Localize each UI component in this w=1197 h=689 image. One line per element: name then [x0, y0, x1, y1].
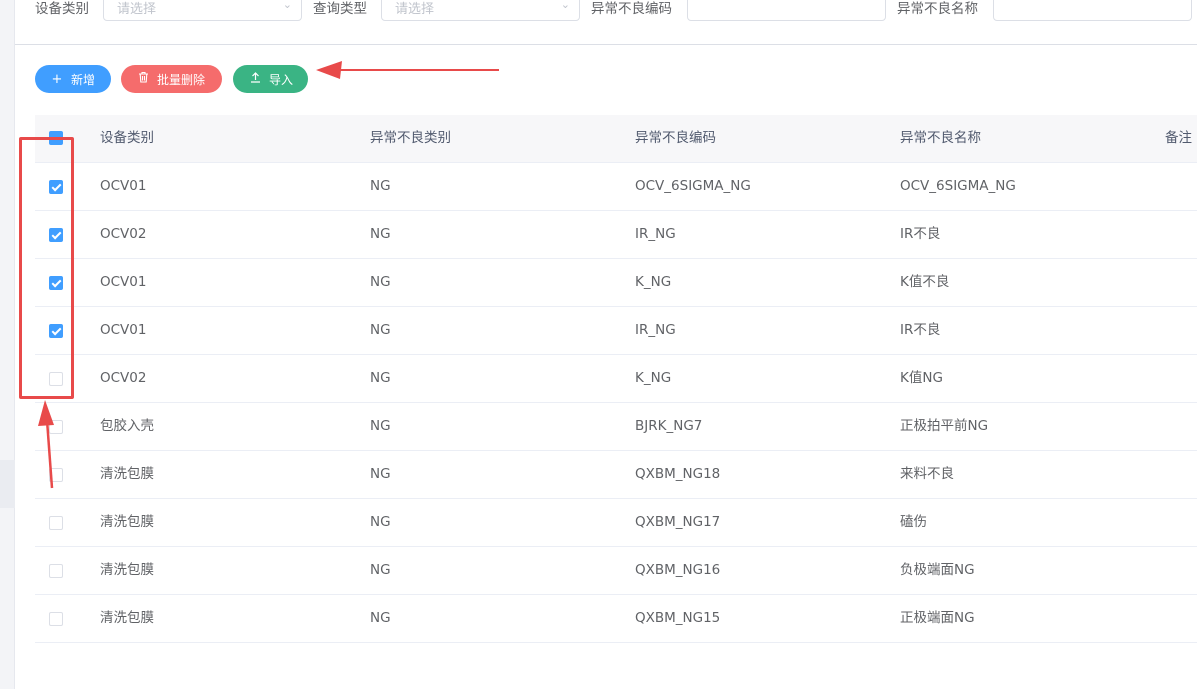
import-button-label: 导入 — [269, 72, 294, 87]
cell-anomaly-category: NG — [370, 274, 391, 290]
table-row[interactable]: OCV01 NG K_NG K值不良 — [35, 259, 1197, 307]
cell-anomaly-code: QXBM_NG18 — [635, 466, 721, 482]
header-remark[interactable]: 备注 — [1165, 115, 1192, 162]
add-button-label: 新增 — [71, 72, 96, 87]
batch-delete-button-label: 批量删除 — [157, 72, 206, 87]
cell-anomaly-name: 正极拍平前NG — [900, 418, 989, 434]
side-nav-edge — [0, 0, 15, 689]
row-checkbox[interactable] — [49, 564, 63, 578]
header-anomaly-category[interactable]: 异常不良类别 — [370, 115, 451, 162]
row-checkbox[interactable] — [49, 228, 63, 242]
filter-name-label: 异常不良名称 — [897, 1, 978, 17]
header-device-type[interactable]: 设备类别 — [100, 115, 154, 162]
cell-anomaly-code: IR_NG — [635, 226, 676, 242]
cell-anomaly-category: NG — [370, 418, 391, 434]
cell-anomaly-category: NG — [370, 562, 391, 578]
header-anomaly-code[interactable]: 异常不良编码 — [635, 115, 716, 162]
filter-query-type-placeholder: 请选择 — [395, 2, 435, 17]
cell-anomaly-name: K值NG — [900, 370, 943, 386]
cell-anomaly-category: NG — [370, 514, 391, 530]
cell-anomaly-name: OCV_6SIGMA_NG — [900, 178, 1016, 194]
filter-device-type-placeholder: 请选择 — [117, 2, 157, 17]
cell-anomaly-name: 正极端面NG — [900, 610, 975, 626]
upload-icon — [247, 71, 263, 87]
side-nav-active-item[interactable] — [0, 460, 15, 508]
cell-anomaly-name: K值不良 — [900, 274, 950, 290]
select-all-checkbox[interactable] — [49, 131, 63, 145]
row-checkbox[interactable] — [49, 612, 63, 626]
annotation-arrow-to-import-head — [316, 61, 342, 79]
add-button[interactable]: + 新增 — [35, 65, 111, 93]
row-checkbox[interactable] — [49, 276, 63, 290]
cell-device-type: 包胶入壳 — [100, 418, 154, 434]
cell-device-type: 清洗包膜 — [100, 562, 154, 578]
cell-device-type: OCV02 — [100, 370, 147, 386]
table-header: 设备类别 异常不良类别 异常不良编码 异常不良名称 备注 — [35, 115, 1197, 163]
row-checkbox[interactable] — [49, 324, 63, 338]
table-row[interactable]: 清洗包膜 NG QXBM_NG16 负极端面NG — [35, 547, 1197, 595]
cell-anomaly-category: NG — [370, 466, 391, 482]
table-body: OCV01 NG OCV_6SIGMA_NG OCV_6SIGMA_NG OCV02 NG… — [35, 163, 1197, 643]
cell-device-type: OCV01 — [100, 178, 147, 194]
row-checkbox[interactable] — [49, 180, 63, 194]
cell-device-type: OCV02 — [100, 226, 147, 242]
batch-delete-button[interactable]: 批量删除 — [121, 65, 222, 93]
import-button[interactable]: 导入 — [233, 65, 308, 93]
chevron-down-icon: ⌄ — [282, 0, 292, 11]
cell-device-type: OCV01 — [100, 322, 147, 338]
filter-bar: 设备类别 请选择 ⌄ 查询类型 请选择 ⌄ 异常不良编码 异常不良名称 — [15, 0, 1197, 45]
cell-device-type: 清洗包膜 — [100, 610, 154, 626]
cell-anomaly-code: IR_NG — [635, 322, 676, 338]
app-page: 设备类别 请选择 ⌄ 查询类型 请选择 ⌄ 异常不良编码 异常不良名称 + 新增… — [0, 0, 1197, 689]
table-row[interactable]: OCV01 NG OCV_6SIGMA_NG OCV_6SIGMA_NG — [35, 163, 1197, 211]
cell-device-type: 清洗包膜 — [100, 514, 154, 530]
filter-code-label: 异常不良编码 — [591, 1, 672, 17]
cell-anomaly-code: K_NG — [635, 370, 672, 386]
table-row[interactable]: 清洗包膜 NG QXBM_NG18 来料不良 — [35, 451, 1197, 499]
header-anomaly-name[interactable]: 异常不良名称 — [900, 115, 981, 162]
cell-anomaly-code: QXBM_NG16 — [635, 562, 721, 578]
table-row[interactable]: 包胶入壳 NG BJRK_NG7 正极拍平前NG — [35, 403, 1197, 451]
row-checkbox[interactable] — [49, 516, 63, 530]
cell-anomaly-code: BJRK_NG7 — [635, 418, 703, 434]
row-checkbox[interactable] — [49, 372, 63, 386]
cell-anomaly-name: IR不良 — [900, 226, 941, 242]
cell-anomaly-code: OCV_6SIGMA_NG — [635, 178, 751, 194]
row-checkbox[interactable] — [49, 468, 63, 482]
plus-icon: + — [51, 71, 63, 87]
row-checkbox[interactable] — [49, 420, 63, 434]
filter-query-type-label: 查询类型 — [313, 1, 367, 17]
table-row[interactable]: 清洗包膜 NG QXBM_NG17 磕伤 — [35, 499, 1197, 547]
filter-device-type-label: 设备类别 — [35, 1, 89, 17]
cell-anomaly-name: 来料不良 — [900, 466, 954, 482]
cell-anomaly-name: 负极端面NG — [900, 562, 975, 578]
table-row[interactable]: OCV02 NG IR_NG IR不良 — [35, 211, 1197, 259]
table-row[interactable]: 清洗包膜 NG QXBM_NG15 正极端面NG — [35, 595, 1197, 643]
table-row[interactable]: OCV02 NG K_NG K值NG — [35, 355, 1197, 403]
cell-anomaly-category: NG — [370, 610, 391, 626]
filter-device-type-select[interactable]: 请选择 ⌄ — [103, 0, 302, 21]
cell-anomaly-category: NG — [370, 226, 391, 242]
cell-device-type: OCV01 — [100, 274, 147, 290]
filter-query-type-select[interactable]: 请选择 ⌄ — [381, 0, 580, 21]
cell-anomaly-category: NG — [370, 178, 391, 194]
trash-icon — [135, 71, 151, 87]
cell-anomaly-name: IR不良 — [900, 322, 941, 338]
cell-anomaly-category: NG — [370, 370, 391, 386]
cell-anomaly-code: QXBM_NG15 — [635, 610, 721, 626]
data-table: 设备类别 异常不良类别 异常不良编码 异常不良名称 备注 OCV01 NG OCV_… — [35, 115, 1197, 643]
cell-anomaly-code: QXBM_NG17 — [635, 514, 721, 530]
chevron-down-icon: ⌄ — [560, 0, 570, 11]
cell-anomaly-category: NG — [370, 322, 391, 338]
cell-anomaly-code: K_NG — [635, 274, 672, 290]
filter-name-input[interactable] — [993, 0, 1192, 21]
cell-anomaly-name: 磕伤 — [900, 514, 927, 530]
table-row[interactable]: OCV01 NG IR_NG IR不良 — [35, 307, 1197, 355]
filter-code-input[interactable] — [687, 0, 886, 21]
cell-device-type: 清洗包膜 — [100, 466, 154, 482]
